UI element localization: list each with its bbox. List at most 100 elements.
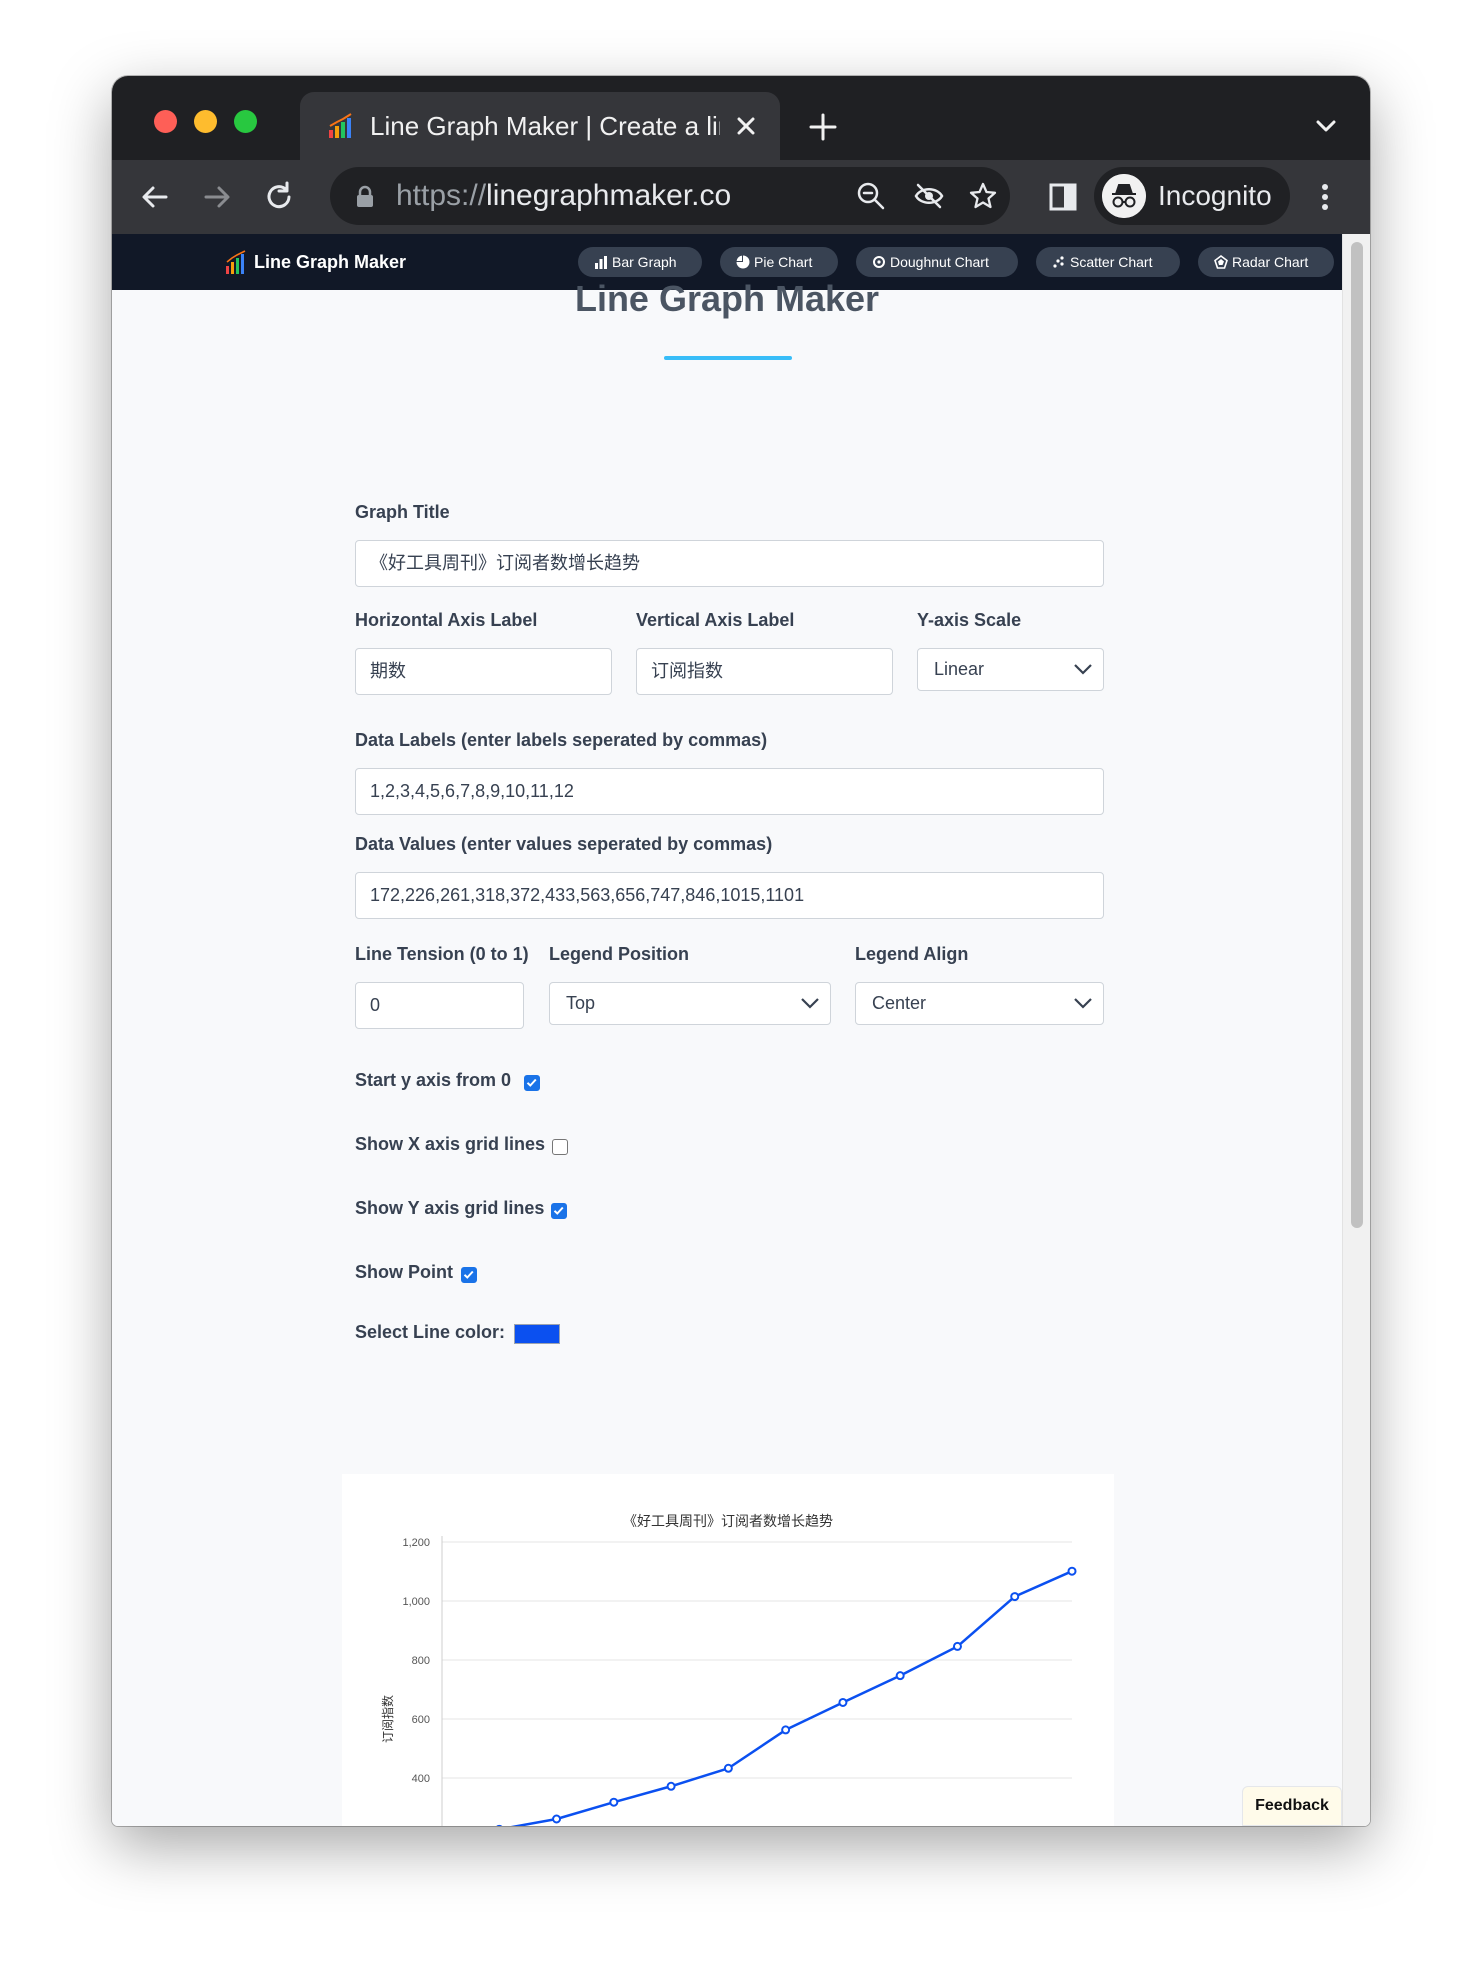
lock-icon[interactable] xyxy=(356,185,374,207)
minimize-window-button[interactable] xyxy=(194,110,217,133)
line-color-label: Select Line color: xyxy=(355,1322,506,1342)
legend-align-value: Center xyxy=(872,993,927,1013)
legend-position-label: Legend Position xyxy=(549,944,690,964)
y-tick-label: 600 xyxy=(412,1714,430,1726)
browser-window: Line Graph Maker | Create a line https:/… xyxy=(112,76,1370,1826)
line-color-picker[interactable] xyxy=(514,1324,560,1344)
pie-chart-icon xyxy=(736,255,750,269)
data-line xyxy=(510,1570,1073,1826)
url-text[interactable]: https://linegraphmaker.co xyxy=(396,177,731,215)
data-point xyxy=(609,1797,619,1807)
title-underline xyxy=(664,356,792,360)
scatter-chart-icon xyxy=(1053,256,1064,268)
horizontal-axis-label: Horizontal Axis Label xyxy=(355,610,538,630)
close-window-button[interactable] xyxy=(154,110,177,133)
legend-align-label: Legend Align xyxy=(855,944,969,964)
address-bar[interactable]: https://linegraphmaker.co xyxy=(330,167,1010,225)
nav-bar-graph-label: Bar Graph xyxy=(612,254,677,270)
data-point xyxy=(895,1671,905,1681)
start-y-zero-checkbox[interactable] xyxy=(524,1075,540,1091)
data-point xyxy=(666,1781,676,1791)
zoom-icon[interactable] xyxy=(856,181,886,211)
nav-bar-graph[interactable]: Bar Graph xyxy=(578,247,702,277)
y-tick-label: 800 xyxy=(412,1655,430,1667)
tab-strip: Line Graph Maker | Create a line xyxy=(112,76,1370,160)
side-panel-icon[interactable] xyxy=(1046,180,1080,214)
vertical-axis-label: Vertical Axis Label xyxy=(636,610,795,630)
data-point xyxy=(1010,1592,1020,1602)
reload-icon[interactable] xyxy=(262,180,296,214)
browser-toolbar: https://linegraphmaker.co Incognito xyxy=(112,160,1370,234)
y-axis-scale-value: Linear xyxy=(934,659,985,679)
more-menu-icon[interactable] xyxy=(1308,180,1342,214)
graph-title-label: Graph Title xyxy=(355,502,450,522)
legend-position-select[interactable]: Top xyxy=(549,982,831,1025)
legend-position-value: Top xyxy=(566,993,596,1013)
vertical-axis-input[interactable]: 订阅指数 xyxy=(636,648,893,695)
browser-tab[interactable]: Line Graph Maker | Create a line xyxy=(300,92,780,160)
brand-logo-icon xyxy=(226,250,246,274)
data-values-label: Data Values (enter values seperated by c… xyxy=(355,834,773,854)
back-icon[interactable] xyxy=(138,180,172,214)
data-labels-label: Data Labels (enter labels seperated by c… xyxy=(355,730,768,750)
y-axis-scale-select[interactable]: Linear xyxy=(917,648,1104,691)
nav-scatter-chart-label: Scatter Chart xyxy=(1070,254,1153,270)
y-axis-title: 订阅指数 xyxy=(380,1695,395,1743)
line-tension-input[interactable]: 0 xyxy=(355,982,524,1029)
nav-pie-chart[interactable]: Pie Chart xyxy=(720,247,838,277)
data-values-input[interactable]: 172,226,261,318,372,433,563,656,747,846,… xyxy=(355,872,1104,919)
data-point xyxy=(838,1697,848,1707)
data-point xyxy=(952,1641,962,1651)
y-grid-lines-label: Show Y axis grid lines xyxy=(355,1198,545,1218)
radar-chart-icon xyxy=(1214,255,1228,269)
star-icon[interactable] xyxy=(968,181,998,211)
y-tick-label: 1,000 xyxy=(402,1596,430,1608)
start-y-zero-label: Start y axis from 0 xyxy=(355,1070,512,1090)
page-viewport: Line Graph Maker Bar Graph Pie Chart Dou… xyxy=(112,234,1370,1826)
maximize-window-button[interactable] xyxy=(234,110,257,133)
page-title: Line Graph Maker xyxy=(574,278,880,319)
brand-name: Line Graph Maker xyxy=(254,252,407,272)
data-point xyxy=(723,1763,733,1773)
profile-label: Incognito xyxy=(1158,180,1272,211)
incognito-icon xyxy=(1102,174,1146,218)
new-tab-icon[interactable] xyxy=(808,112,838,142)
show-point-label: Show Point xyxy=(355,1262,453,1282)
favicon-icon xyxy=(329,113,352,138)
forward-icon[interactable] xyxy=(200,180,234,214)
chart-card: 《好工具周刊》订阅者数增长趋势02004006008001,0001,200订阅… xyxy=(342,1474,1114,1826)
y-grid-lines-checkbox[interactable] xyxy=(551,1203,567,1219)
nav-doughnut-chart[interactable]: Doughnut Chart xyxy=(856,247,1018,277)
nav-scatter-chart[interactable]: Scatter Chart xyxy=(1036,247,1180,277)
data-point xyxy=(552,1814,562,1824)
line-chart: 《好工具周刊》订阅者数增长趋势02004006008001,0001,200订阅… xyxy=(380,1514,1077,1826)
show-point-checkbox[interactable] xyxy=(461,1267,477,1283)
incognito-profile-button[interactable]: Incognito xyxy=(1094,167,1290,225)
data-point xyxy=(781,1725,791,1735)
data-point xyxy=(1067,1566,1077,1576)
x-grid-lines-checkbox[interactable] xyxy=(552,1139,568,1155)
nav-pie-chart-label: Pie Chart xyxy=(754,254,813,270)
y-tick-label: 1,200 xyxy=(402,1537,430,1549)
close-tab-icon[interactable] xyxy=(732,112,760,140)
doughnut-chart-icon xyxy=(873,256,885,268)
graph-title-input[interactable]: 《好工具周刊》订阅者数增长趋势 xyxy=(355,540,1104,587)
scrollbar-thumb[interactable] xyxy=(1351,242,1363,1228)
data-labels-input[interactable]: 1,2,3,4,5,6,7,8,9,10,11,12 xyxy=(355,768,1104,815)
legend-align-select[interactable]: Center xyxy=(855,982,1104,1025)
vertical-scrollbar[interactable] xyxy=(1342,234,1370,1826)
x-grid-lines-label: Show X axis grid lines xyxy=(355,1134,546,1154)
nav-radar-chart[interactable]: Radar Chart xyxy=(1198,247,1334,277)
chevron-down-icon xyxy=(801,998,819,1009)
horizontal-axis-input[interactable]: 期数 xyxy=(355,648,612,695)
nav-radar-chart-label: Radar Chart xyxy=(1232,254,1309,270)
feedback-button[interactable]: Feedback xyxy=(1242,1786,1342,1826)
line-tension-label: Line Tension (0 to 1) xyxy=(355,944,529,964)
eye-off-icon[interactable] xyxy=(914,181,944,211)
chevron-down-icon[interactable] xyxy=(1314,114,1338,138)
chevron-down-icon xyxy=(1074,998,1092,1009)
y-axis-scale-label: Y-axis Scale xyxy=(917,610,1022,630)
chevron-down-icon xyxy=(1074,664,1092,675)
chart-title: 《好工具周刊》订阅者数增长趋势 xyxy=(623,1514,833,1530)
bar-chart-icon xyxy=(595,256,607,269)
